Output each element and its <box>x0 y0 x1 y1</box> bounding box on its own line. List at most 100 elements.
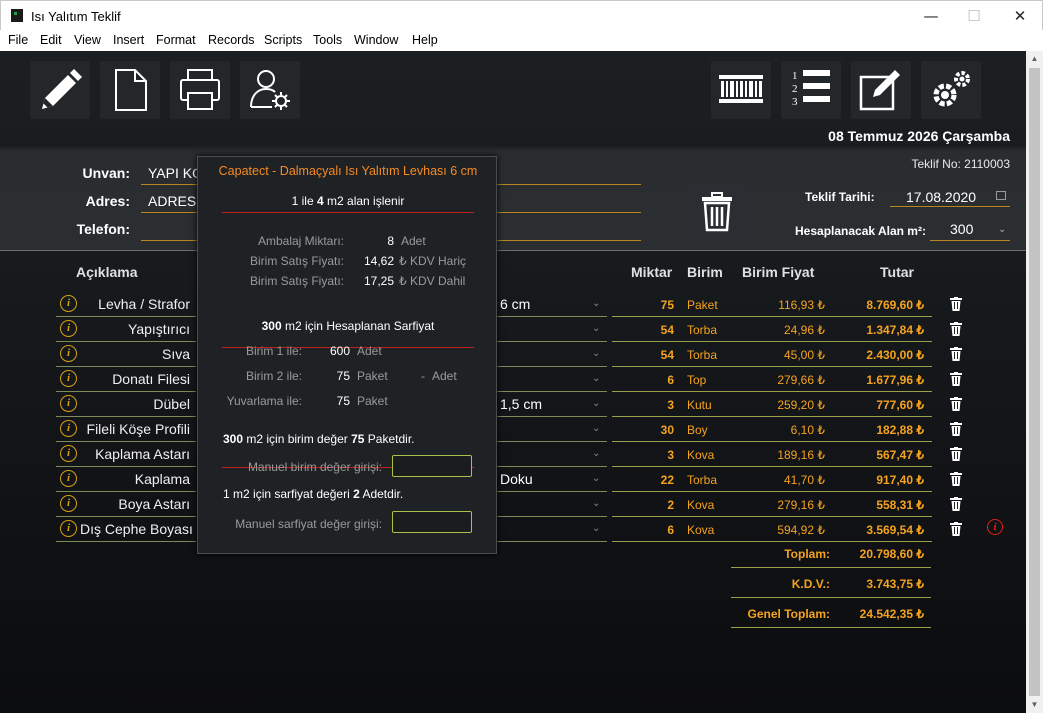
chevron-down-icon[interactable]: ⌄ <box>592 398 600 409</box>
row-tutar: 1.677,96 ₺ <box>866 373 924 387</box>
info-icon[interactable]: i <box>60 420 77 437</box>
row-delete-button[interactable] <box>950 447 962 466</box>
row-description: Boya Astarı <box>118 496 190 512</box>
trash-icon <box>950 522 962 536</box>
row-variant-underline <box>490 466 607 467</box>
satis-dahil-label: Birim Satış Fiyatı: <box>249 274 344 288</box>
row-underline <box>612 466 932 467</box>
compose-button[interactable] <box>851 61 911 119</box>
numbered-list-button[interactable]: 1 2 3 <box>781 61 841 119</box>
info-icon[interactable]: i <box>60 445 77 462</box>
info-icon[interactable]: i <box>60 345 77 362</box>
row-tutar: 2.430,00 ₺ <box>866 348 924 362</box>
maximize-button[interactable]: ☐ <box>964 6 984 26</box>
info-icon[interactable]: i <box>60 295 77 312</box>
chevron-down-icon[interactable]: ⌄ <box>592 373 600 384</box>
window-title: Isı Yalıtım Teklif <box>31 9 121 24</box>
yuvarlama-unit: Paket <box>357 394 388 408</box>
row-birim-fiyat: 41,70 ₺ <box>784 473 825 487</box>
menu-view[interactable]: View <box>74 33 101 47</box>
chevron-down-icon[interactable]: ⌄ <box>592 298 600 309</box>
delete-record-button[interactable] <box>688 184 746 240</box>
unvan-field[interactable]: YAPI KO <box>148 165 203 181</box>
menu-bar: File Edit View Insert Format Records Scr… <box>0 30 1043 51</box>
row-description-underline <box>56 516 196 517</box>
row-variant-value[interactable]: 1,5 cm <box>500 396 542 412</box>
print-button[interactable] <box>170 61 230 119</box>
minimize-button[interactable]: — <box>921 6 941 26</box>
manuel-sarfiyat-input[interactable] <box>392 511 472 533</box>
menu-help[interactable]: Help <box>412 33 438 47</box>
adres-field[interactable]: ADRES <box>148 193 196 209</box>
scroll-thumb[interactable] <box>1029 68 1040 696</box>
row-delete-button[interactable] <box>950 397 962 416</box>
row-description-underline <box>56 441 196 442</box>
menu-window[interactable]: Window <box>354 33 398 47</box>
chevron-down-icon[interactable]: ⌄ <box>592 498 600 509</box>
chevron-down-icon[interactable]: ⌄ <box>592 423 600 434</box>
user-settings-button[interactable] <box>240 61 300 119</box>
menu-records[interactable]: Records <box>208 33 255 47</box>
birim1-label: Birim 1 ile: <box>245 344 302 358</box>
row-delete-button[interactable] <box>950 422 962 441</box>
manuel-birim-input[interactable] <box>392 455 472 477</box>
row-birim: Kova <box>687 523 715 537</box>
chevron-down-icon[interactable]: ⌄ <box>592 473 600 484</box>
row-delete-button[interactable] <box>950 297 962 316</box>
edit-icon <box>42 69 82 109</box>
menu-file[interactable]: File <box>8 33 28 47</box>
info-icon[interactable]: i <box>60 520 77 537</box>
new-document-button[interactable] <box>100 61 160 119</box>
row-delete-button[interactable] <box>950 522 962 541</box>
info-icon[interactable]: i <box>60 370 77 387</box>
manuel-birim-label: Manuel birim değer girişi: <box>247 460 382 474</box>
table-row: i Boya Astarı ⌄ 2 Kova 279,16 ₺ 558,31 ₺ <box>0 494 1026 519</box>
row-variant-value[interactable]: Doku <box>500 471 533 487</box>
row-variant-value[interactable]: 6 cm <box>500 296 530 312</box>
info-icon[interactable]: i <box>60 395 77 412</box>
row-birim-fiyat: 279,16 ₺ <box>777 498 825 512</box>
scroll-up-icon[interactable]: ▲ <box>1026 51 1043 67</box>
info-icon[interactable]: i <box>60 320 77 337</box>
row-birim-fiyat: 45,00 ₺ <box>784 348 825 362</box>
barcode-button[interactable] <box>711 61 771 119</box>
row-tutar: 777,60 ₺ <box>876 398 924 412</box>
unvan-label: Unvan: <box>82 165 130 181</box>
row-delete-button[interactable] <box>950 347 962 366</box>
row-description: Kaplama <box>134 471 190 487</box>
teklif-tarihi-field[interactable]: 17.08.2020 <box>890 185 1010 207</box>
menu-edit[interactable]: Edit <box>40 33 62 47</box>
row-miktar: 2 <box>667 498 674 512</box>
menu-scripts[interactable]: Scripts <box>264 33 302 47</box>
warning-icon[interactable]: i <box>987 519 1003 535</box>
menu-tools[interactable]: Tools <box>313 33 342 47</box>
row-birim: Torba <box>687 348 718 362</box>
alan-select[interactable]: 300 ⌄ <box>930 217 1010 241</box>
calendar-icon[interactable] <box>996 191 1006 200</box>
row-description-underline <box>56 541 196 542</box>
row-birim-fiyat: 189,16 ₺ <box>777 448 825 462</box>
info-icon[interactable]: i <box>60 470 77 487</box>
row-birim: Kova <box>687 498 715 512</box>
row-delete-button[interactable] <box>950 472 962 491</box>
menu-insert[interactable]: Insert <box>113 33 144 47</box>
row-description-underline <box>56 466 196 467</box>
scroll-down-icon[interactable]: ▼ <box>1026 697 1043 713</box>
row-birim: Kova <box>687 448 715 462</box>
row-delete-button[interactable] <box>950 372 962 391</box>
vertical-scrollbar[interactable]: ▲ ▼ <box>1026 51 1043 713</box>
chevron-down-icon[interactable]: ⌄ <box>592 323 600 334</box>
yuvarlama-value: 75 <box>336 394 350 408</box>
menu-format[interactable]: Format <box>156 33 196 47</box>
row-delete-button[interactable] <box>950 497 962 516</box>
chevron-down-icon[interactable]: ⌄ <box>592 348 600 359</box>
row-delete-button[interactable] <box>950 322 962 341</box>
settings-button[interactable] <box>921 61 981 119</box>
chevron-down-icon[interactable]: ⌄ <box>592 448 600 459</box>
row-birim-fiyat: 279,66 ₺ <box>777 373 825 387</box>
edit-button[interactable] <box>30 61 90 119</box>
info-icon[interactable]: i <box>60 495 77 512</box>
row-underline <box>612 516 932 517</box>
close-button[interactable]: ✕ <box>1010 6 1030 26</box>
chevron-down-icon[interactable]: ⌄ <box>592 523 600 534</box>
